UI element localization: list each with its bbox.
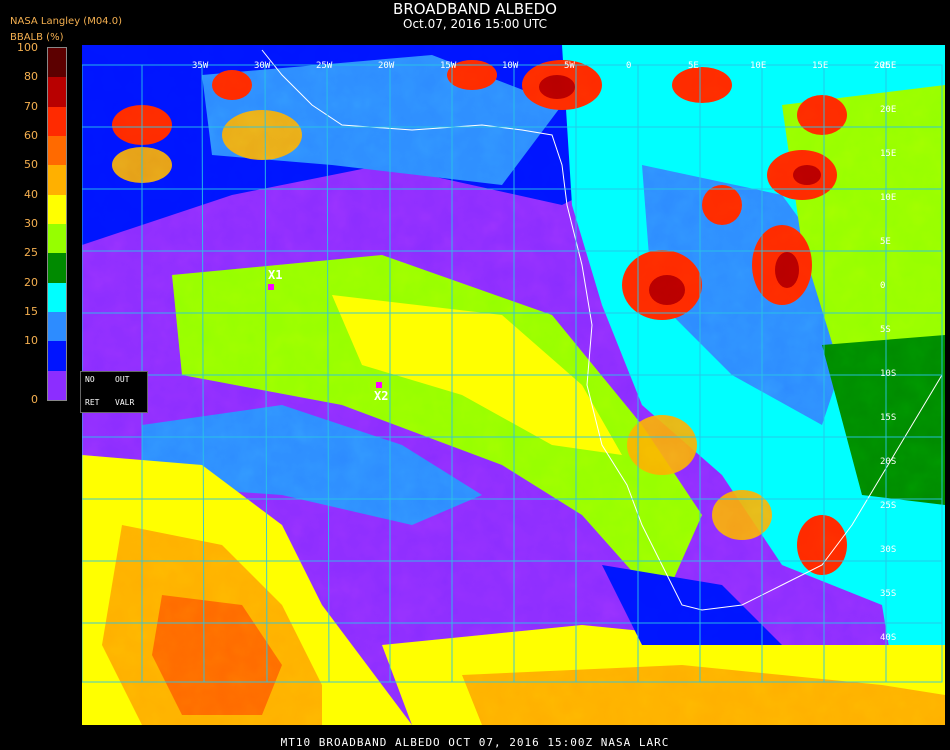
grid-label-lat: 25E xyxy=(880,61,897,71)
colorbar-tick-label: 25 xyxy=(24,246,38,260)
colorbar-tick-label: 10 xyxy=(24,334,38,348)
grid-label-lat: 25S xyxy=(880,501,897,511)
colorbar-tick-label: 15 xyxy=(24,305,38,318)
map-title: BROADBAND ALBEDO xyxy=(393,0,557,18)
colorbar-tick-label: 70 xyxy=(24,99,38,113)
colorbar-swatch xyxy=(48,48,66,78)
colorbar-tick-label: 100 xyxy=(17,41,38,54)
colorbar-swatch xyxy=(48,165,66,196)
marker-x1-label: X1 xyxy=(268,268,283,282)
colorbar-tick-label: 0 xyxy=(31,393,38,406)
grid-label-lat: 30S xyxy=(880,545,897,555)
colorbar-tick-label: 40 xyxy=(24,187,38,201)
marker-x2 xyxy=(376,382,382,388)
grid-label-lat: 40S xyxy=(880,633,897,643)
colorbar-swatch xyxy=(48,370,66,401)
legend-out: OUT xyxy=(115,375,130,384)
grid-label-lon: 25W xyxy=(316,61,333,71)
colorbar-swatch xyxy=(48,253,66,284)
grid-label-lon: 35W xyxy=(192,61,209,71)
grid-label-lat: 20S xyxy=(880,457,897,467)
grid-label-lat: 15E xyxy=(880,149,897,159)
marker-x2-label: X2 xyxy=(374,389,389,403)
grid-label-lat: 20E xyxy=(880,105,897,115)
grid-label-lon: 5E xyxy=(688,61,699,71)
grid-label-lon: 5W xyxy=(564,61,575,71)
colorbar-swatch xyxy=(48,136,66,166)
grid-label-lon: 10E xyxy=(750,61,767,71)
legend-valr: VALR xyxy=(115,398,135,407)
colorbar-swatch xyxy=(48,106,66,137)
marker-x1 xyxy=(268,284,274,290)
colorbar xyxy=(47,47,67,401)
colorbar-swatch xyxy=(48,194,66,225)
legend-no: NO xyxy=(85,375,95,384)
albedo-map xyxy=(82,45,945,725)
grid-label-lat: 5S xyxy=(880,325,891,335)
legend-ret: RET xyxy=(85,398,100,407)
map-subtitle: Oct.07, 2016 15:00 UTC xyxy=(403,17,547,31)
colorbar-tick-label: 50 xyxy=(24,158,38,172)
footer-caption: MT10 BROADBAND ALBEDO OCT 07, 2016 15:00… xyxy=(280,736,670,749)
grid-label-lat: 5E xyxy=(880,237,891,247)
colorbar-tick-label: 20 xyxy=(24,275,38,289)
grid-label-lon: 10W xyxy=(502,61,519,71)
grid-label-lon: 15W xyxy=(440,61,457,71)
grid-label-lat: 15S xyxy=(880,413,897,423)
grid-label-lat: 10E xyxy=(880,193,897,203)
grid-label-lon: 30W xyxy=(254,61,271,71)
colorbar-swatch xyxy=(48,312,66,342)
legend-box: NO OUT RET VALR xyxy=(80,371,148,413)
colorbar-swatch xyxy=(48,341,66,372)
grid-label-lat: 10S xyxy=(880,369,897,379)
grid-label-lon: 0 xyxy=(626,61,632,71)
colorbar-tick-label: 30 xyxy=(24,217,38,230)
colorbar-swatch xyxy=(48,282,66,313)
grid-label-lon: 15E xyxy=(812,61,829,71)
credit-label: NASA Langley (M04.0) xyxy=(10,16,122,27)
grid-label-lat: 35S xyxy=(880,589,897,599)
colorbar-swatch xyxy=(48,77,66,108)
colorbar-tick-label: 80 xyxy=(24,70,38,84)
colorbar-swatch xyxy=(48,224,66,254)
grid-label-lat: 0 xyxy=(880,281,886,291)
colorbar-tick-label: 60 xyxy=(24,129,38,142)
grid-label-lon: 20W xyxy=(378,61,395,71)
